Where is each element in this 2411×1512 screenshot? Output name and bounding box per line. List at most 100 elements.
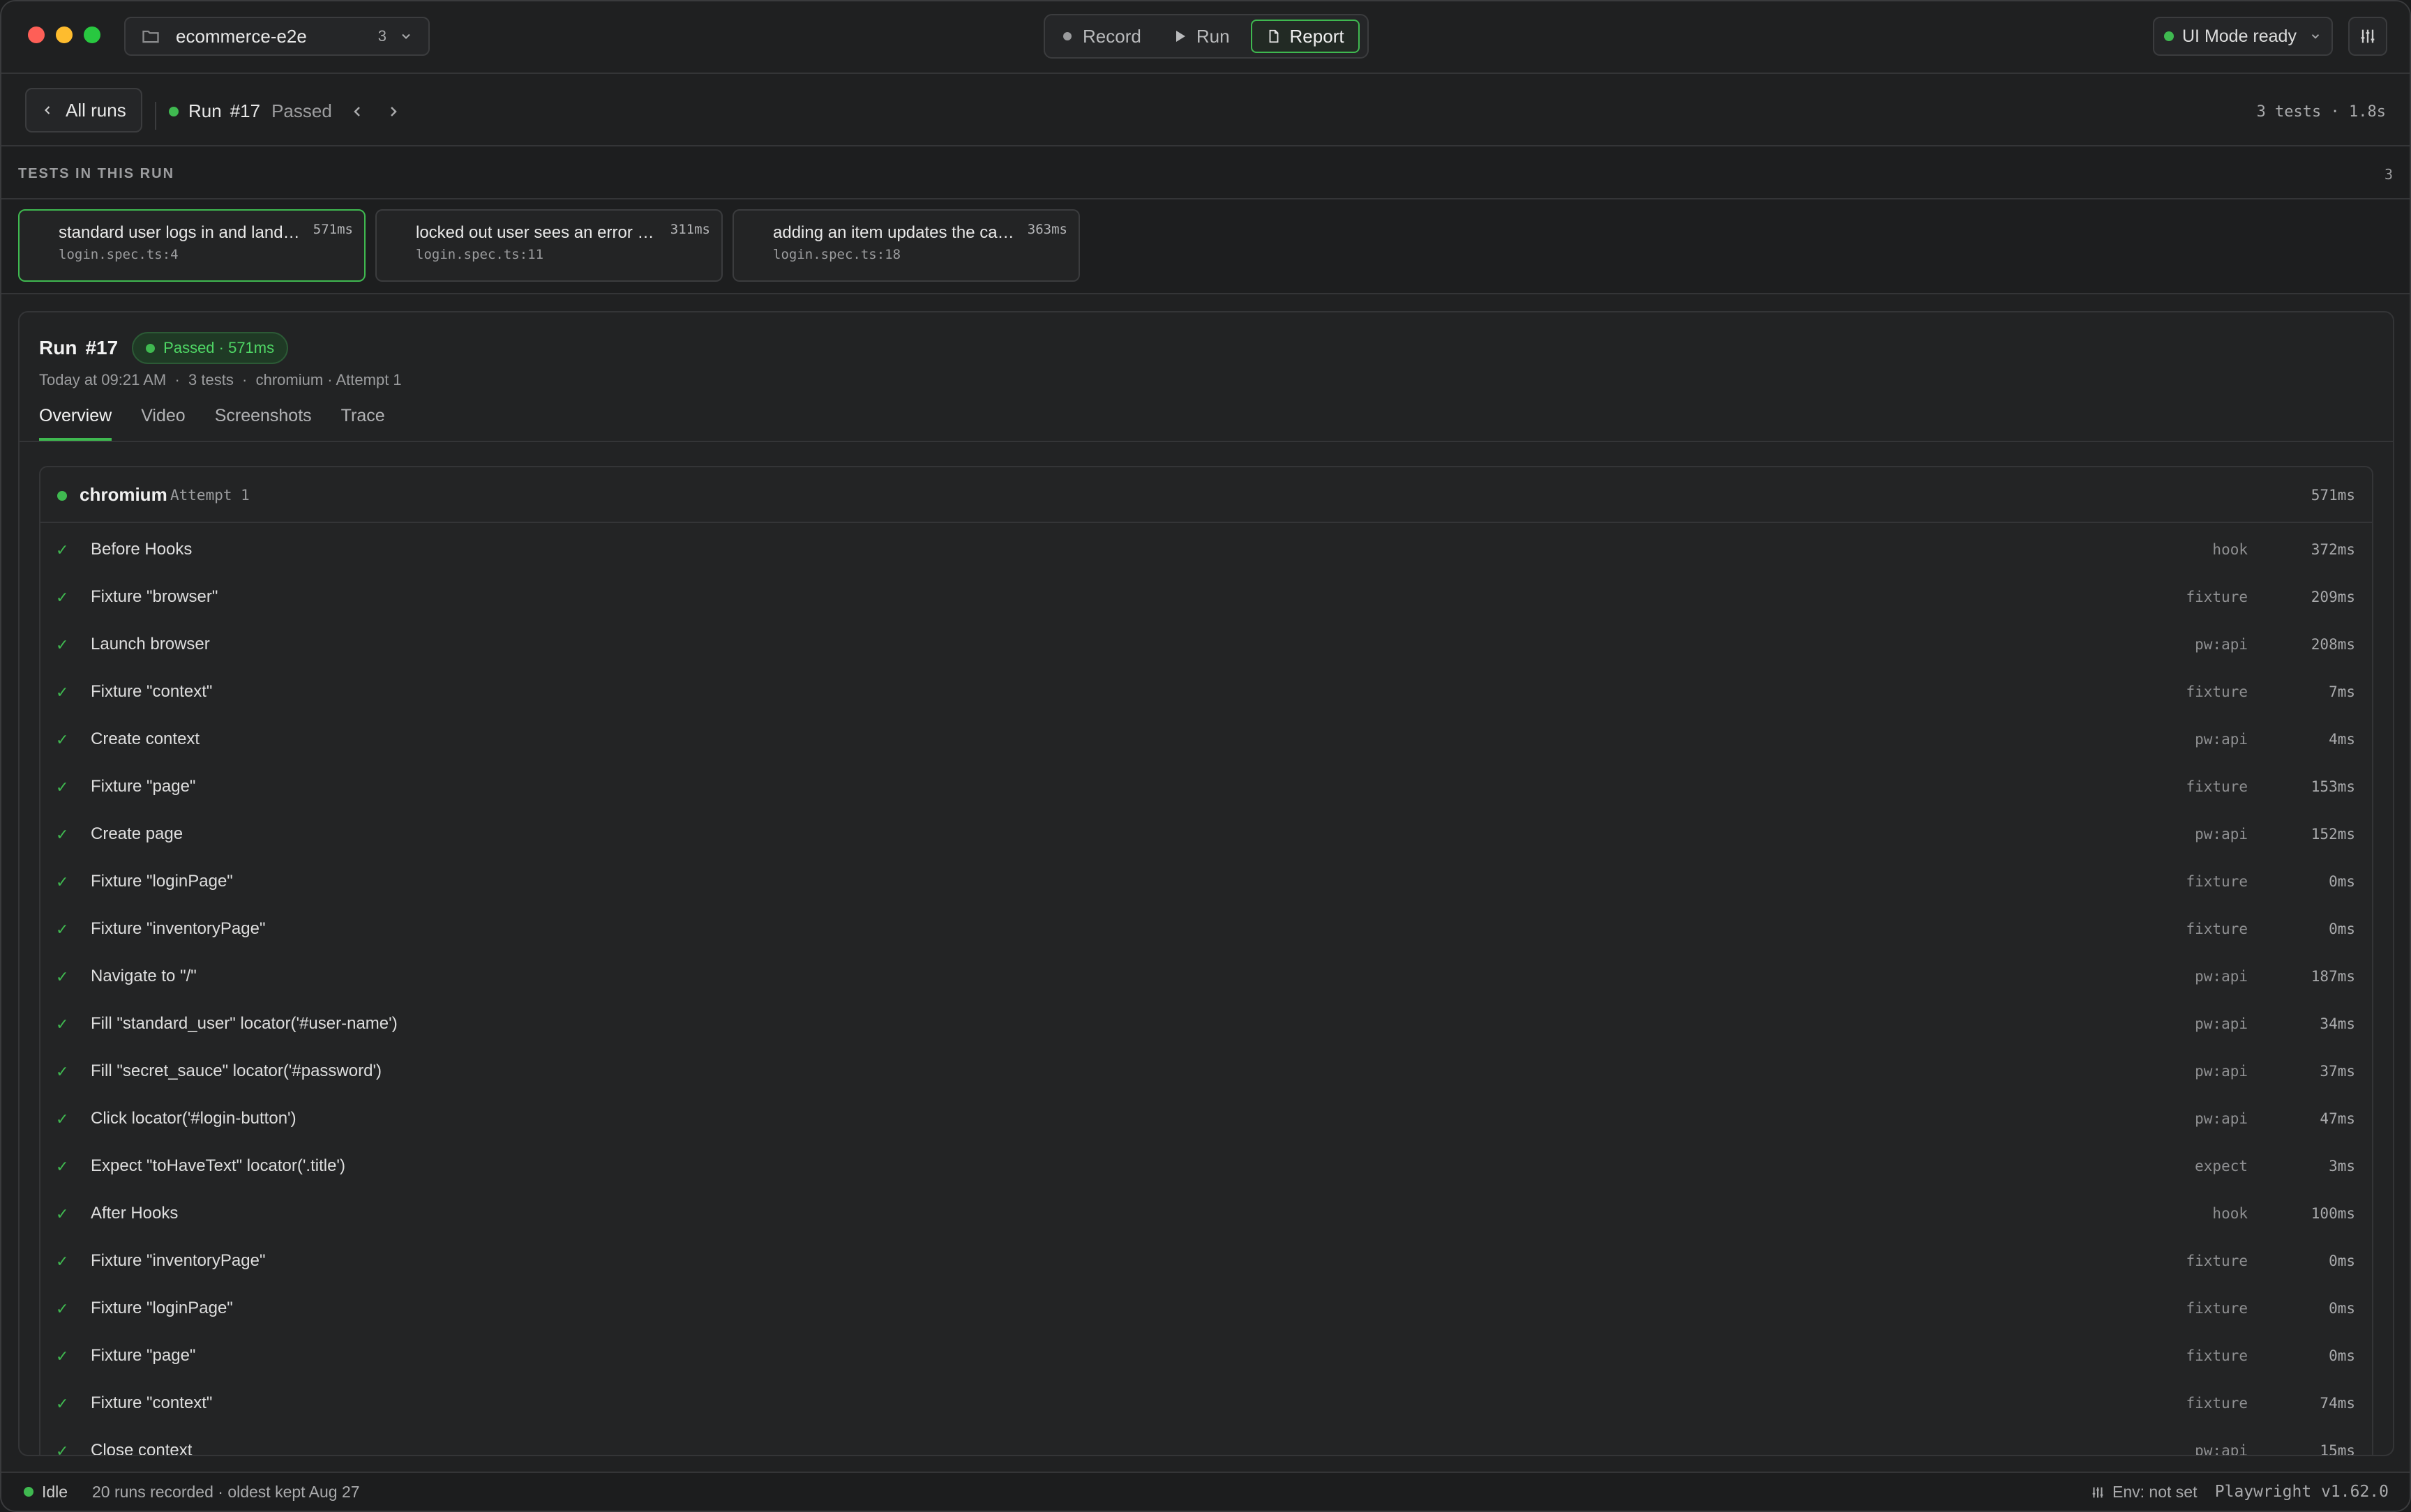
step-title: After Hooks (91, 1204, 179, 1223)
ui-mode-status-dropdown[interactable]: UI Mode ready (2153, 17, 2333, 56)
report-mode-button[interactable]: Report (1250, 20, 1360, 53)
step-kind: fixture (2186, 1347, 2248, 1364)
step-duration: 34ms (2320, 1015, 2355, 1032)
check-icon: ✓ (56, 1110, 69, 1128)
record-label: Record (1083, 25, 1141, 47)
chevron-left-icon (45, 106, 50, 114)
step-title: Fixture "loginPage" (91, 1299, 233, 1317)
tests-section-title: TESTS IN THIS RUN (18, 166, 175, 181)
all-runs-button[interactable]: All runs (25, 88, 142, 133)
step-duration: 47ms (2320, 1110, 2355, 1127)
tab-screenshots[interactable]: Screenshots (215, 402, 312, 441)
check-icon: ✓ (56, 1015, 69, 1033)
run-state: Passed (271, 100, 332, 121)
check-icon: ✓ (56, 541, 69, 559)
step-row[interactable]: ✓ Fixture "inventoryPage" fixture 0ms (40, 1239, 2372, 1286)
maximize-window-button[interactable] (84, 27, 100, 43)
step-duration: 0ms (2329, 1253, 2355, 1269)
step-duration: 153ms (2311, 778, 2355, 795)
test-card[interactable]: adding an item updates the cart badge lo… (733, 209, 1080, 282)
steps-header: chromium Attempt 1 571ms (40, 467, 2372, 523)
step-row[interactable]: ✓ Fill "standard_user" locator('#user-nam… (40, 1001, 2372, 1049)
record-icon (1063, 32, 1072, 40)
browser-name: chromium (80, 484, 167, 505)
step-title: Expect "toHaveText" locator('.title') (91, 1156, 346, 1175)
step-title: Create context (91, 729, 200, 748)
step-duration: 187ms (2311, 968, 2355, 985)
step-row[interactable]: ✓ Expect "toHaveText" locator('.title') ex… (40, 1144, 2372, 1191)
project-count: 3 (377, 27, 386, 45)
step-kind: fixture (2186, 921, 2248, 937)
detail-run-word: Run (39, 337, 77, 358)
check-icon: ✓ (56, 731, 69, 748)
step-row[interactable]: ✓ Fixture "loginPage" fixture 0ms (40, 859, 2372, 907)
step-row[interactable]: ✓ Close context pw:api 15ms (40, 1428, 2372, 1456)
run-summary: 3 tests · 1.8s (2256, 103, 2386, 121)
step-row[interactable]: ✓ Fixture "context" fixture 74ms (40, 1381, 2372, 1428)
step-title: Fixture "context" (91, 682, 213, 701)
status-dot (24, 1487, 33, 1497)
tests-count: 3 (2384, 166, 2393, 183)
current-run-label: Run #17 Passed (169, 100, 332, 122)
run-mode-button[interactable]: Run (1162, 20, 1244, 53)
step-kind: hook (2212, 541, 2248, 558)
step-kind: fixture (2186, 1253, 2248, 1269)
previous-run-icon[interactable] (349, 103, 366, 120)
step-row[interactable]: ✓ Fixture "loginPage" fixture 0ms (40, 1286, 2372, 1333)
step-row[interactable]: ✓ Fixture "inventoryPage" fixture 0ms (40, 907, 2372, 954)
step-duration: 0ms (2329, 1347, 2355, 1364)
tab-video[interactable]: Video (141, 402, 186, 441)
tests-in-run-section: TESTS IN THIS RUN 3 standard user logs i… (1, 146, 2410, 294)
step-row[interactable]: ✓ Fixture "page" fixture 153ms (40, 764, 2372, 812)
minimize-window-button[interactable] (56, 27, 73, 43)
step-title: Fixture "inventoryPage" (91, 919, 266, 938)
test-duration: 571ms (313, 222, 353, 237)
tab-overview[interactable]: Overview (39, 402, 112, 441)
check-icon: ✓ (56, 1158, 69, 1175)
step-row[interactable]: ✓ After Hooks hook 100ms (40, 1191, 2372, 1239)
close-window-button[interactable] (28, 27, 45, 43)
step-row[interactable]: ✓ Create context pw:api 4ms (40, 717, 2372, 764)
step-duration: 372ms (2311, 541, 2355, 558)
status-dot (2164, 31, 2174, 41)
tab-trace[interactable]: Trace (341, 402, 385, 441)
total-duration: 571ms (2311, 487, 2355, 504)
status-dot (146, 343, 156, 353)
step-kind: pw:api (2195, 968, 2248, 985)
test-card[interactable]: locked out user sees an error message lo… (375, 209, 723, 282)
step-duration: 4ms (2329, 731, 2355, 748)
step-kind: hook (2212, 1205, 2248, 1222)
step-duration: 0ms (2329, 1300, 2355, 1317)
env-status[interactable]: Env: not set (2090, 1483, 2197, 1502)
step-duration: 0ms (2329, 921, 2355, 937)
check-icon: ✓ (56, 1442, 69, 1456)
detail-meta: Today at 09:21 AM · 3 tests · chromium ·… (39, 371, 402, 388)
step-row[interactable]: ✓ Launch browser pw:api 208ms (40, 622, 2372, 670)
settings-button[interactable] (2348, 17, 2387, 56)
step-row[interactable]: ✓ Fixture "page" fixture 0ms (40, 1333, 2372, 1381)
run-number: #17 (230, 100, 261, 121)
chevron-down-icon (402, 33, 410, 39)
playwright-version: Playwright v1.62.0 (2214, 1483, 2389, 1501)
step-title: Fixture "page" (91, 777, 196, 796)
step-row[interactable]: ✓ Create page pw:api 152ms (40, 812, 2372, 859)
record-mode-button[interactable]: Record (1049, 20, 1155, 53)
test-file: login.spec.ts:11 (416, 247, 544, 262)
step-row[interactable]: ✓ Fixture "browser" fixture 209ms (40, 575, 2372, 622)
project-selector[interactable]: ecommerce-e2e 3 (124, 17, 430, 56)
mode-switcher: Record Run Report (1044, 14, 1369, 59)
next-run-icon[interactable] (385, 103, 402, 120)
step-kind: pw:api (2195, 1110, 2248, 1127)
step-title: Close context (91, 1441, 193, 1456)
step-duration: 152ms (2311, 826, 2355, 842)
step-kind: expect (2195, 1158, 2248, 1174)
step-row[interactable]: ✓ Navigate to "/" pw:api 187ms (40, 954, 2372, 1001)
step-row[interactable]: ✓ Fill "secret_sauce" locator('#password'… (40, 1049, 2372, 1096)
env-label: Env: not set (2112, 1483, 2198, 1501)
step-row[interactable]: ✓ Before Hooks hook 372ms (40, 527, 2372, 575)
step-title: Fixture "context" (91, 1393, 213, 1412)
test-card[interactable]: standard user logs in and lands on inven… (18, 209, 366, 282)
step-kind: pw:api (2195, 636, 2248, 653)
step-row[interactable]: ✓ Fixture "context" fixture 7ms (40, 670, 2372, 717)
step-row[interactable]: ✓ Click locator('#login-button') pw:api 47m… (40, 1096, 2372, 1144)
